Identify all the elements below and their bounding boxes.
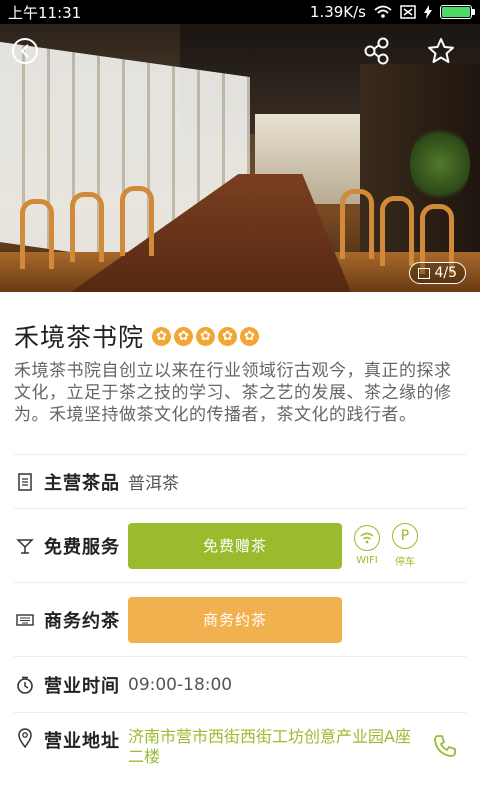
free-service-label: 免费服务 [44,536,120,558]
share-icon[interactable] [362,36,392,66]
parking-label: 停车 [395,557,415,568]
row-main-product: 主营茶品 普洱茶 [14,454,466,508]
picture-icon [418,267,431,279]
row-business-tea: 商务约茶 商务约茶 [14,582,466,656]
service-parking: P 停车 [392,523,418,568]
photo-chair [70,192,104,262]
hero-photo[interactable]: 4/5 [0,24,480,292]
title-row: 禾境茶书院 ✿ ✿ ✿ ✿ ✿ [0,292,480,354]
rating-star-icon: ✿ [240,326,260,346]
chevron-left-icon [20,44,29,58]
service-wifi: WIFI [354,525,380,566]
rating-star-icon: ✿ [218,326,238,346]
row-free-service: 免费服务 免费赠茶 WIFI P 停车 [14,508,466,582]
photo-plant [410,124,470,204]
wifi-signal-icon [374,5,392,18]
business-tea-label: 商务约茶 [44,610,120,632]
wifi-icon [354,525,380,551]
location-pin-icon [14,727,36,749]
keyboard-icon [14,609,36,631]
shop-name: 禾境茶书院 [14,323,145,352]
phone-icon[interactable] [432,733,458,759]
charging-icon [424,5,432,19]
battery-icon [440,5,475,19]
image-counter-text: 4/5 [434,265,457,281]
address-value[interactable]: 济南市营市西街西街工坊创意产业园A座二楼 [128,727,418,767]
business-tea-button[interactable]: 商务约茶 [128,596,342,643]
main-product-value: 普洱茶 [128,474,179,494]
rating-star-icon: ✿ [196,326,216,346]
battery-level [442,7,470,17]
shop-description: 禾境茶书院自创立以来在行业领域衍古观今，真正的探求文化，立足于茶之技的学习、茶之… [14,361,452,425]
image-counter: 4/5 [409,262,466,284]
rating-stars: ✿ ✿ ✿ ✿ ✿ [152,326,260,346]
row-address: 营业地址 济南市营市西街西街工坊创意产业园A座二楼 [14,712,466,782]
document-icon [14,471,36,493]
photo-chair [20,199,54,269]
free-tea-button[interactable]: 免费赠茶 [128,522,342,569]
opening-hours-value: 09:00-18:00 [128,674,233,695]
row-opening-hours: 营业时间 09:00-18:00 [14,656,466,712]
wifi-label: WIFI [356,555,378,566]
sim-off-icon [400,5,416,19]
network-speed: 1.39K/s [309,3,366,21]
rating-star-icon: ✿ [152,326,172,346]
status-time: 上午11:31 [8,3,82,22]
photo-chair [380,196,414,266]
status-bar: 上午11:31 1.39K/s [0,0,480,24]
clock-icon [14,674,36,696]
opening-hours-label: 营业时间 [44,675,120,697]
shop-detail: 禾境茶书院 ✿ ✿ ✿ ✿ ✿ 禾境茶书院自创立以来在行业领域衍古观今，真正的探求文化，… [0,292,480,426]
cocktail-glass-icon [14,535,36,557]
parking-icon: P [392,523,418,549]
photo-chair [120,186,154,256]
main-product-label: 主营茶品 [44,472,120,494]
back-button[interactable] [12,38,38,64]
photo-chair [340,189,374,259]
address-label: 营业地址 [44,731,120,752]
favorite-star-icon[interactable] [426,36,456,66]
rating-star-icon: ✿ [174,326,194,346]
status-indicators: 1.39K/s [309,3,475,21]
